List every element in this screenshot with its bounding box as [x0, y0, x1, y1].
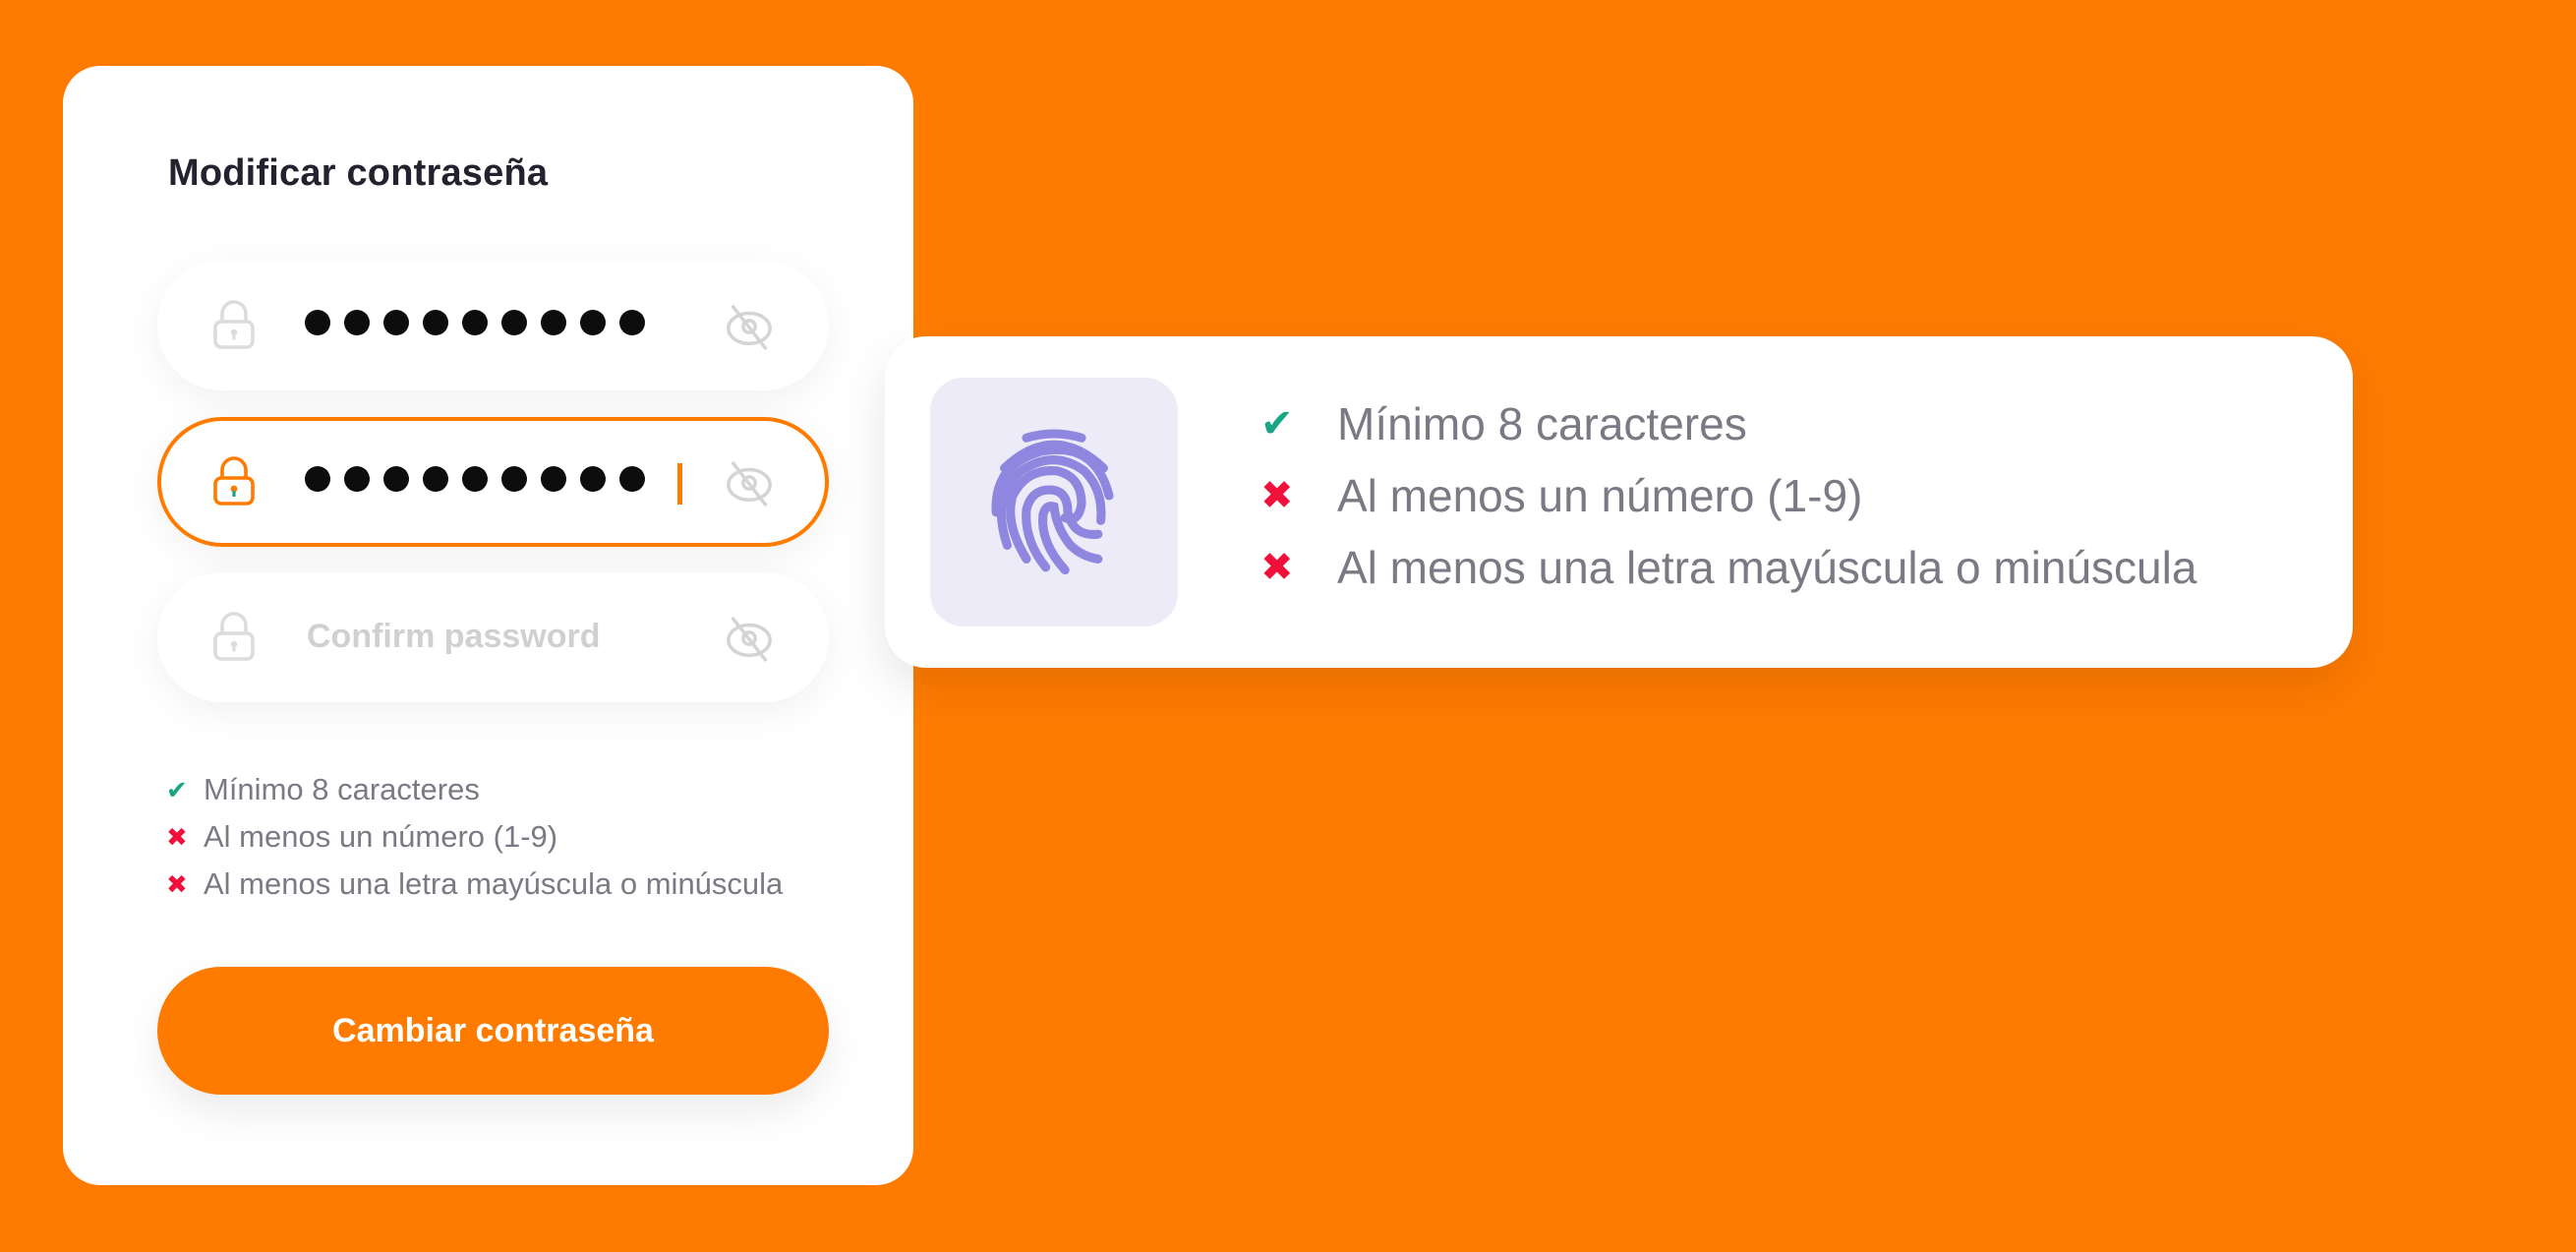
callout-requirements: ✔ Mínimo 8 caracteres ✖ Al menos un núme…	[1260, 388, 2196, 603]
requirement-item: ✔ Mínimo 8 caracteres	[166, 766, 783, 813]
x-icon: ✖	[166, 868, 188, 899]
requirements-callout-card: ✔ Mínimo 8 caracteres ✖ Al menos un núme…	[885, 336, 2353, 668]
x-icon: ✖	[1260, 545, 1294, 589]
masked-password-value	[305, 466, 645, 492]
requirement-item: ✖ Al menos un número (1-9)	[1260, 459, 2196, 531]
fingerprint-tile	[930, 378, 1178, 626]
masked-password-value	[305, 310, 645, 335]
requirement-label: Mínimo 8 caracteres	[1337, 397, 1747, 449]
requirement-label: Al menos un número (1-9)	[204, 819, 558, 854]
requirement-item: ✖ Al menos un número (1-9)	[166, 813, 783, 861]
confirm-password-placeholder: Confirm password	[307, 618, 601, 655]
change-password-button[interactable]: Cambiar contraseña	[157, 967, 829, 1095]
change-password-card: Modificar contraseña Confirm password ✔ …	[63, 66, 913, 1185]
lock-icon	[213, 612, 255, 661]
eye-off-icon[interactable]	[723, 458, 776, 507]
current-password-field[interactable]	[157, 261, 829, 390]
x-icon: ✖	[1260, 473, 1294, 517]
confirm-password-field[interactable]: Confirm password	[157, 572, 829, 702]
new-password-field[interactable]	[157, 417, 829, 547]
page-title: Modificar contraseña	[168, 152, 549, 194]
fingerprint-icon	[991, 429, 1114, 575]
requirement-label: Al menos una letra mayúscula o minúscula	[1337, 541, 2197, 593]
check-icon: ✔	[166, 774, 188, 805]
password-requirements: ✔ Mínimo 8 caracteres ✖ Al menos un núme…	[166, 766, 783, 908]
lock-icon	[213, 300, 255, 349]
requirement-item: ✖ Al menos una letra mayúscula o minúscu…	[1260, 531, 2196, 603]
eye-off-icon[interactable]	[723, 614, 776, 663]
requirement-label: Al menos una letra mayúscula o minúscula	[204, 866, 784, 901]
requirement-item: ✖ Al menos una letra mayúscula o minúscu…	[166, 861, 783, 908]
check-icon: ✔	[1260, 401, 1294, 446]
eye-off-icon[interactable]	[723, 302, 776, 351]
text-caret	[677, 463, 682, 505]
lock-icon	[213, 456, 255, 506]
requirement-label: Mínimo 8 caracteres	[204, 772, 480, 806]
requirement-label: Al menos un número (1-9)	[1337, 469, 1863, 521]
x-icon: ✖	[166, 821, 188, 852]
requirement-item: ✔ Mínimo 8 caracteres	[1260, 388, 2196, 459]
